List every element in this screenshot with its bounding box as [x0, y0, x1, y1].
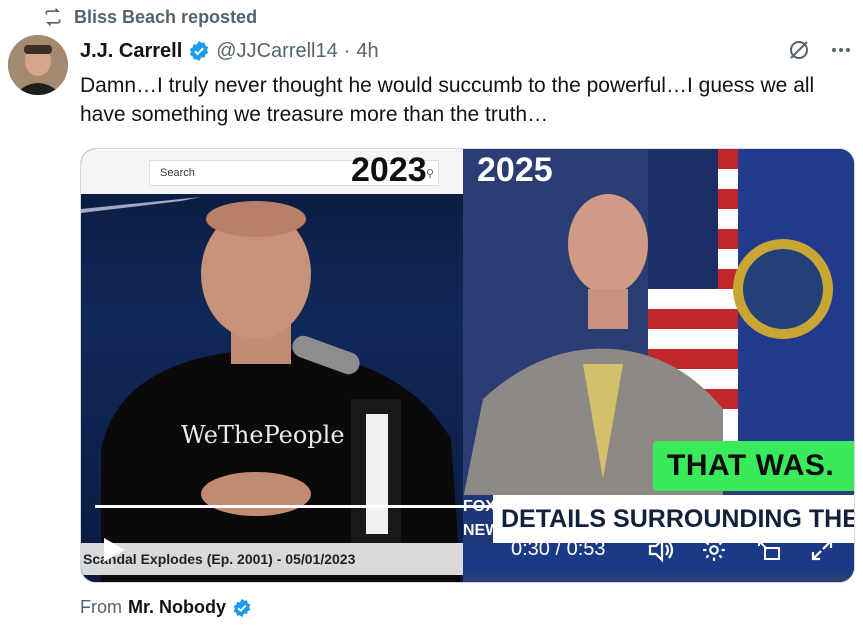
more-icon[interactable]: [829, 38, 853, 62]
grok-icon[interactable]: [787, 38, 811, 62]
tweet-header: J.J. Carrell @JJCarrell14 · 4h: [80, 38, 379, 64]
source-attribution: From Mr. Nobody: [80, 597, 252, 618]
repost-indicator[interactable]: Bliss Beach reposted: [42, 6, 257, 28]
timestamp[interactable]: 4h: [356, 40, 378, 63]
duration: 0:53: [566, 538, 606, 560]
shirt-text: WeThePeople: [181, 421, 345, 449]
news-headline: DETAILS SURROUNDING THE DEA: [501, 505, 855, 533]
current-time: 0:30: [511, 538, 550, 560]
time-separator: /: [549, 538, 567, 560]
pip-icon[interactable]: [755, 537, 783, 563]
separator-dot: ·: [343, 39, 351, 62]
video-controls: 0:30 / 0:53: [81, 534, 854, 569]
verified-icon: [232, 598, 252, 618]
video-progress-bar[interactable]: [95, 505, 840, 508]
video-right-panel: 2025 THAT WAS. FOX NEWS DETAILS SURROUND…: [463, 149, 855, 582]
fullscreen-icon[interactable]: [809, 537, 835, 563]
video-timecode: 0:30 / 0:53: [511, 538, 606, 561]
verified-icon: [188, 40, 210, 62]
settings-icon[interactable]: [701, 537, 727, 563]
left-scene: [81, 197, 461, 582]
video-player[interactable]: Search ⚲ 2023 WeThePeople Scandal Explod…: [80, 148, 855, 583]
display-name[interactable]: J.J. Carrell: [80, 40, 182, 63]
video-left-panel: Search ⚲ 2023 WeThePeople Scandal Explod…: [81, 149, 463, 582]
source-name[interactable]: Mr. Nobody: [128, 597, 226, 618]
green-banner: THAT WAS.: [653, 441, 854, 491]
year-right: 2025: [477, 151, 553, 189]
tweet-actions: [787, 38, 853, 62]
avatar[interactable]: [8, 35, 68, 95]
green-banner-text: THAT WAS.: [667, 449, 835, 482]
video-progress-fill: [95, 505, 517, 508]
from-label: From: [80, 597, 122, 617]
repost-label: Bliss Beach reposted: [74, 6, 258, 27]
volume-icon[interactable]: [647, 537, 675, 563]
handle[interactable]: @JJCarrell14: [216, 40, 337, 63]
play-icon[interactable]: [101, 536, 127, 569]
tweet-text: Damn…I truly never thought he would succ…: [80, 74, 815, 126]
repost-icon: [42, 7, 64, 27]
